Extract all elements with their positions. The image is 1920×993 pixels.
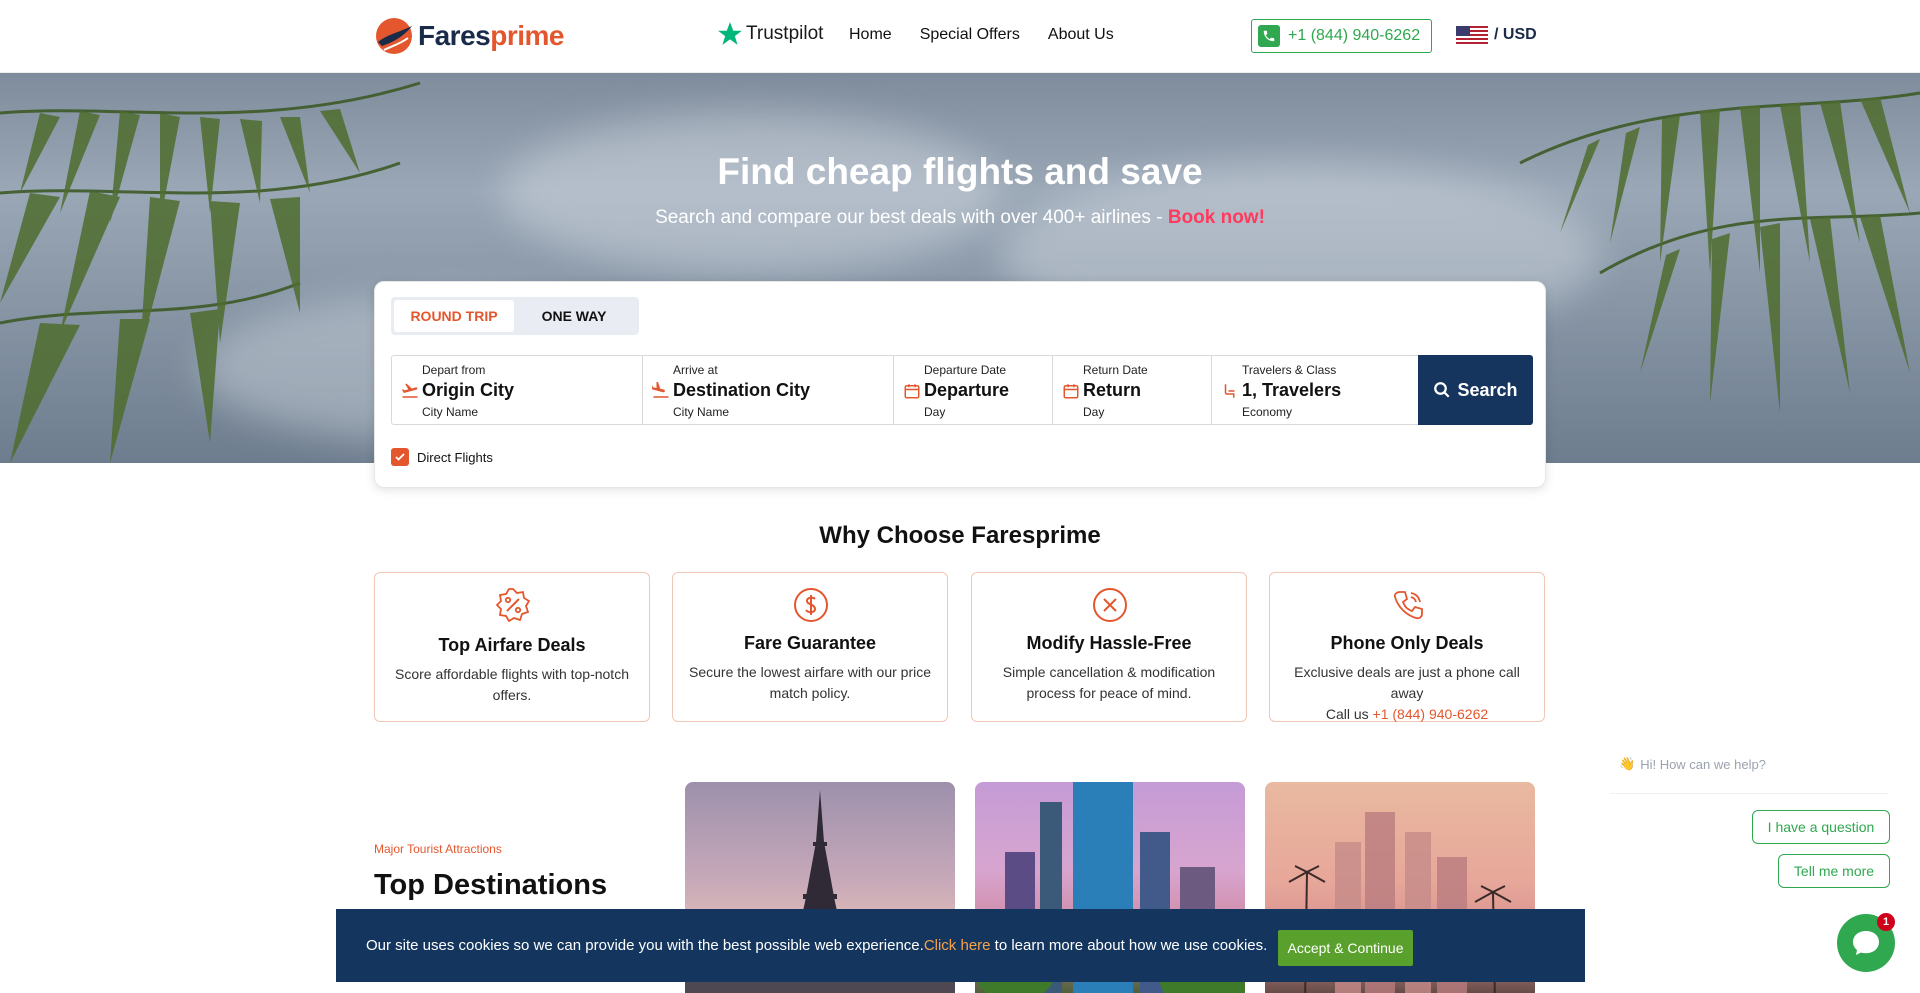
cookie-consent-bar: Our site uses cookies so we can provide … [336, 909, 1585, 982]
seat-icon [1224, 384, 1235, 398]
flight-search-form: ROUND TRIP ONE WAY Depart from Origin Ci… [374, 281, 1546, 488]
arrive-at-label: Arrive at [673, 363, 718, 377]
trip-type-tabs: ROUND TRIP ONE WAY [391, 297, 639, 335]
return-date-field[interactable]: Return Date Return Day [1053, 356, 1212, 424]
chat-bubble-icon [1853, 931, 1879, 955]
faresprime-logo[interactable]: Faresprime [374, 16, 564, 56]
chat-option-question[interactable]: I have a question [1752, 810, 1890, 844]
feature-title: Fare Guarantee [743, 633, 877, 653]
cookie-text-before: Our site uses cookies so we can provide … [366, 937, 924, 954]
departure-date-value: Departure [924, 380, 1010, 400]
tab-one-way[interactable]: ONE WAY [514, 300, 634, 332]
us-flag-icon [1456, 26, 1488, 44]
call-us-prefix: Call us [1325, 706, 1373, 722]
hero-title: Find cheap flights and save [717, 151, 1203, 192]
depart-from-hint: City Name [422, 405, 479, 419]
logo-text: Faresprime [418, 20, 564, 52]
main-nav: Home Special Offers About Us [849, 26, 1142, 44]
depart-from-field[interactable]: Depart from Origin City City Name [392, 356, 643, 424]
logo-globe-icon [376, 18, 412, 54]
check-icon [395, 453, 405, 461]
trustpilot-label: Trustpilot [746, 23, 824, 44]
return-date-label: Return Date [1083, 363, 1148, 377]
travelers-class-field[interactable]: Travelers & Class 1, Travelers Economy [1212, 356, 1418, 424]
return-date-hint: Day [1083, 405, 1105, 419]
phone-icon [1258, 25, 1280, 47]
nav-special-offers[interactable]: Special Offers [920, 26, 1020, 44]
cookie-click-here-link[interactable]: Click here [924, 937, 991, 954]
feature-description: Simple cancellation & modification proce… [1002, 664, 1216, 701]
direct-flights-label: Direct Flights [417, 449, 493, 465]
travelers-class-value: 1, Travelers [1242, 380, 1342, 400]
departure-date-field[interactable]: Departure Date Departure Day [894, 356, 1053, 424]
feature-card-top-airfare-deals: Top Airfare Deals Score affordable fligh… [374, 572, 650, 722]
departure-date-hint: Day [924, 405, 946, 419]
site-header: Faresprime Trustpilot Home Special Offer… [0, 0, 1920, 73]
header-phone-button[interactable]: +1 (844) 940-6262 [1251, 19, 1432, 53]
feature-card-phone-only-deals: Phone Only Deals Exclusive deals are jus… [1269, 572, 1545, 722]
feature-description: Score affordable flights with top-notch … [395, 666, 629, 703]
calendar-icon [904, 384, 920, 399]
feature-card-fare-guarantee: Fare Guarantee Secure the lowest airfare… [672, 572, 948, 722]
trustpilot-star-icon [718, 22, 742, 45]
dollar-circle-icon [794, 588, 828, 622]
feature-description-text: Exclusive deals are just a phone call aw… [1294, 664, 1520, 701]
search-button[interactable]: Search [1418, 355, 1533, 425]
hero-subtitle-text: Search and compare our best deals with o… [655, 207, 1168, 228]
return-date-value: Return [1083, 380, 1141, 400]
departure-date-label: Departure Date [924, 363, 1007, 377]
accept-continue-button[interactable]: Accept & Continue [1278, 930, 1413, 966]
plane-takeoff-icon [401, 383, 418, 398]
header-phone-number: +1 (844) 940-6262 [1288, 27, 1421, 44]
feature-title: Top Airfare Deals [438, 635, 586, 655]
trustpilot-badge[interactable]: Trustpilot [717, 21, 823, 47]
book-now-link[interactable]: Book now! [1168, 207, 1265, 228]
logo-text-fares: Fares [418, 20, 491, 51]
search-button-label: Search [1457, 379, 1518, 400]
discount-badge-icon [495, 588, 531, 623]
tab-round-trip[interactable]: ROUND TRIP [394, 300, 514, 332]
why-choose-title: Why Choose Faresprime [819, 522, 1101, 549]
phone-call-icon [1393, 591, 1423, 620]
currency-selector[interactable]: / USD [1456, 26, 1537, 44]
search-icon [1434, 382, 1451, 398]
travelers-class-hint: Economy [1242, 405, 1293, 419]
depart-from-label: Depart from [422, 363, 486, 377]
arrive-at-hint: City Name [673, 405, 730, 419]
wave-hand-icon: 👋 [1619, 756, 1636, 771]
cancel-circle-icon [1093, 588, 1127, 622]
currency-label: / USD [1494, 26, 1537, 43]
cookie-text-after: to learn more about how we use cookies. [990, 937, 1268, 954]
chat-greeting-text: Hi! How can we help? [1640, 756, 1766, 772]
nav-about-us[interactable]: About Us [1048, 26, 1114, 44]
call-us-phone-link[interactable]: +1 (844) 940-6262 [1373, 706, 1489, 722]
logo-text-prime: prime [490, 20, 564, 51]
search-fields: Depart from Origin City City Name Arrive… [391, 355, 1533, 425]
plane-landing-icon [652, 382, 669, 398]
chat-divider [1610, 793, 1888, 794]
chat-option-tell-more[interactable]: Tell me more [1778, 854, 1890, 888]
chat-greeting: 👋 Hi! How can we help? [1619, 756, 1766, 772]
hero-subtitle: Search and compare our best deals with o… [0, 207, 1920, 229]
feature-description: Exclusive deals are just a phone call aw… [1284, 662, 1530, 725]
chat-unread-badge: 1 [1877, 913, 1895, 931]
feature-description: Secure the lowest airfare with our price… [689, 664, 931, 701]
arrive-at-field[interactable]: Arrive at Destination City City Name [643, 356, 894, 424]
feature-card-modify-hassle-free: Modify Hassle-Free Simple cancellation &… [971, 572, 1247, 722]
direct-flights-option[interactable]: Direct Flights [391, 448, 493, 466]
nav-home[interactable]: Home [849, 26, 892, 44]
feature-title: Modify Hassle-Free [1026, 633, 1192, 653]
travelers-class-label: Travelers & Class [1242, 363, 1337, 377]
arrive-at-value: Destination City [673, 380, 811, 400]
feature-title: Phone Only Deals [1330, 633, 1484, 653]
depart-from-value: Origin City [422, 380, 515, 400]
calendar-icon [1063, 384, 1079, 399]
destinations-kicker: Major Tourist Attractions [374, 842, 502, 856]
direct-flights-checkbox[interactable] [391, 448, 409, 466]
